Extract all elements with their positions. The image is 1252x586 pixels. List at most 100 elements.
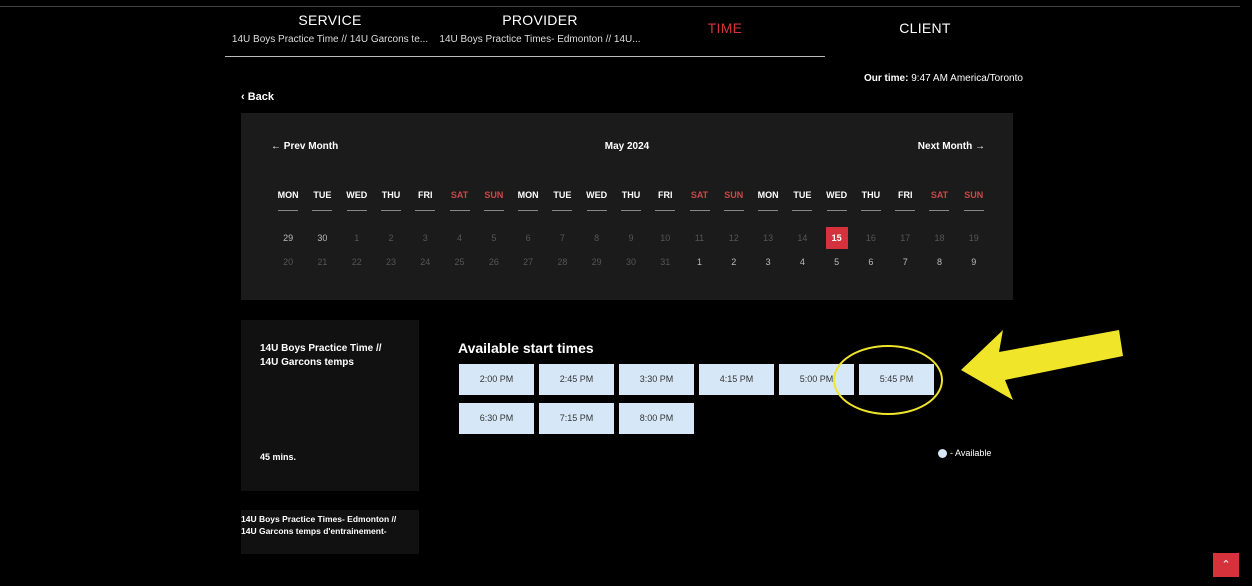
calendar-day-number: 6 <box>868 257 874 267</box>
weekday-text: MON <box>277 190 299 200</box>
calendar-day: 14 <box>785 229 819 247</box>
next-month-button[interactable]: Next Month → <box>918 141 985 152</box>
calendar-day-number: 15 <box>825 227 848 249</box>
calendar-day: 30 <box>614 253 648 271</box>
weekday-label: THU <box>614 190 648 211</box>
weekday-underline <box>963 210 984 211</box>
weekday-text: WED <box>586 190 608 200</box>
weekday-underline <box>449 210 470 211</box>
calendar-day-number: 10 <box>660 233 671 243</box>
weekday-text: FRI <box>418 190 433 200</box>
back-button[interactable]: ‹ Back <box>241 91 274 103</box>
calendar-day: 31 <box>648 253 682 271</box>
calendar-day: 5 <box>820 253 854 271</box>
weekday-underline <box>278 210 299 211</box>
scroll-top-button[interactable]: ⌃ <box>1213 553 1239 577</box>
calendar-day-number: 28 <box>557 257 568 267</box>
calendar-day-number: 7 <box>902 257 908 267</box>
time-slot-button[interactable]: 4:15 PM <box>699 364 774 395</box>
weekday-underline <box>415 210 436 211</box>
step-provider-title: PROVIDER <box>502 12 578 28</box>
step-client[interactable]: CLIENT <box>865 12 985 36</box>
weekday-underline <box>792 210 813 211</box>
weekday-text: SUN <box>724 190 744 200</box>
weekday-underline <box>518 210 539 211</box>
month-label: May 2024 <box>604 141 650 152</box>
calendar-day-selected[interactable]: 15 <box>820 227 854 249</box>
calendar-day-number: 18 <box>934 233 945 243</box>
calendar-day: 23 <box>374 253 408 271</box>
weekday-text: SAT <box>690 190 709 200</box>
service-title: 14U Boys Practice Time // 14U Garcons te… <box>260 342 382 370</box>
calendar-day: 8 <box>580 229 614 247</box>
weekday-label: MON <box>271 190 305 211</box>
calendar-day-number: 7 <box>559 233 565 243</box>
weekday-label: SUN <box>717 190 751 211</box>
calendar-week-row: 20 21 22 23 24 25 26 27 28 29 30 31 1 2 3 4 5 6 7 8 9 <box>271 253 991 271</box>
step-time[interactable]: TIME <box>665 12 785 36</box>
calendar-day-number: 9 <box>628 233 634 243</box>
calendar-day-number: 6 <box>525 233 531 243</box>
chevron-up-icon: ⌃ <box>1221 559 1231 571</box>
calendar-day-number: 4 <box>457 233 463 243</box>
time-slot-button[interactable]: 6:30 PM <box>459 403 534 434</box>
calendar-day-number: 23 <box>385 257 396 267</box>
highlight-ellipse <box>833 345 943 415</box>
calendar-day-number: 27 <box>523 257 534 267</box>
calendar-day-number: 1 <box>697 257 703 267</box>
weekday-label: SUN <box>957 190 991 211</box>
weekday-underline <box>929 210 950 211</box>
weekday-label: SAT <box>442 190 476 211</box>
calendar-day-number: 2 <box>731 257 737 267</box>
calendar-day: 22 <box>340 253 374 271</box>
step-time-title: TIME <box>707 20 743 36</box>
booking-steps: SERVICE 14U Boys Practice Time // 14U Ga… <box>225 12 950 57</box>
calendar-day: 21 <box>305 253 339 271</box>
provider-title-line1: 14U Boys Practice Times- Edmonton // <box>241 514 397 524</box>
weekday-label: FRI <box>408 190 442 211</box>
weekday-text: WED <box>346 190 368 200</box>
weekday-label: TUE <box>305 190 339 211</box>
weekday-label: WED <box>340 190 374 211</box>
weekday-underline <box>689 210 710 211</box>
calendar-day-number: 17 <box>900 233 911 243</box>
weekday-underline <box>483 210 504 211</box>
time-slot-button[interactable]: 2:00 PM <box>459 364 534 395</box>
weekday-underline <box>860 210 881 211</box>
calendar-day-number: 5 <box>491 233 497 243</box>
calendar-day-number: 3 <box>765 257 771 267</box>
step-provider-sub: 14U Boys Practice Times- Edmonton // 14U… <box>439 34 641 45</box>
service-duration: 45 mins. <box>260 452 297 462</box>
calendar-day-number: 16 <box>865 233 876 243</box>
availability-legend: - Available <box>938 448 991 458</box>
calendar-day-number: 29 <box>283 233 294 243</box>
step-provider[interactable]: PROVIDER 14U Boys Practice Times- Edmont… <box>435 12 645 45</box>
yellow-arrow-icon <box>961 330 1123 400</box>
weekday-underline <box>826 210 847 211</box>
time-slot-button[interactable]: 3:30 PM <box>619 364 694 395</box>
weekday-label: SUN <box>477 190 511 211</box>
calendar: ← Prev Month May 2024 Next Month → MON TU… <box>241 113 1013 300</box>
calendar-day-number: 30 <box>317 233 328 243</box>
calendar-day: 24 <box>408 253 442 271</box>
weekday-underline <box>655 210 676 211</box>
calendar-day-number: 29 <box>591 257 602 267</box>
weekday-text: THU <box>861 190 881 200</box>
service-card: 14U Boys Practice Time // 14U Garcons te… <box>241 320 419 491</box>
weekday-text: TUE <box>313 190 332 200</box>
calendar-day: 9 <box>957 253 991 271</box>
weekday-label: SAT <box>922 190 956 211</box>
weekday-header-row: MON TUE WED THU FRI SAT SUN MON TUE WED THU FRI SAT S… <box>271 190 991 211</box>
calendar-day-number: 31 <box>660 257 671 267</box>
time-slot-button[interactable]: 7:15 PM <box>539 403 614 434</box>
time-slot-button[interactable]: 2:45 PM <box>539 364 614 395</box>
weekday-text: SUN <box>964 190 984 200</box>
calendar-day: 3 <box>751 253 785 271</box>
calendar-day-number: 2 <box>388 233 394 243</box>
weekday-underline <box>312 210 333 211</box>
calendar-day-number: 9 <box>971 257 977 267</box>
weekday-text: MON <box>517 190 539 200</box>
step-service[interactable]: SERVICE 14U Boys Practice Time // 14U Ga… <box>225 12 435 45</box>
calendar-day: 10 <box>648 229 682 247</box>
time-slot-button[interactable]: 8:00 PM <box>619 403 694 434</box>
